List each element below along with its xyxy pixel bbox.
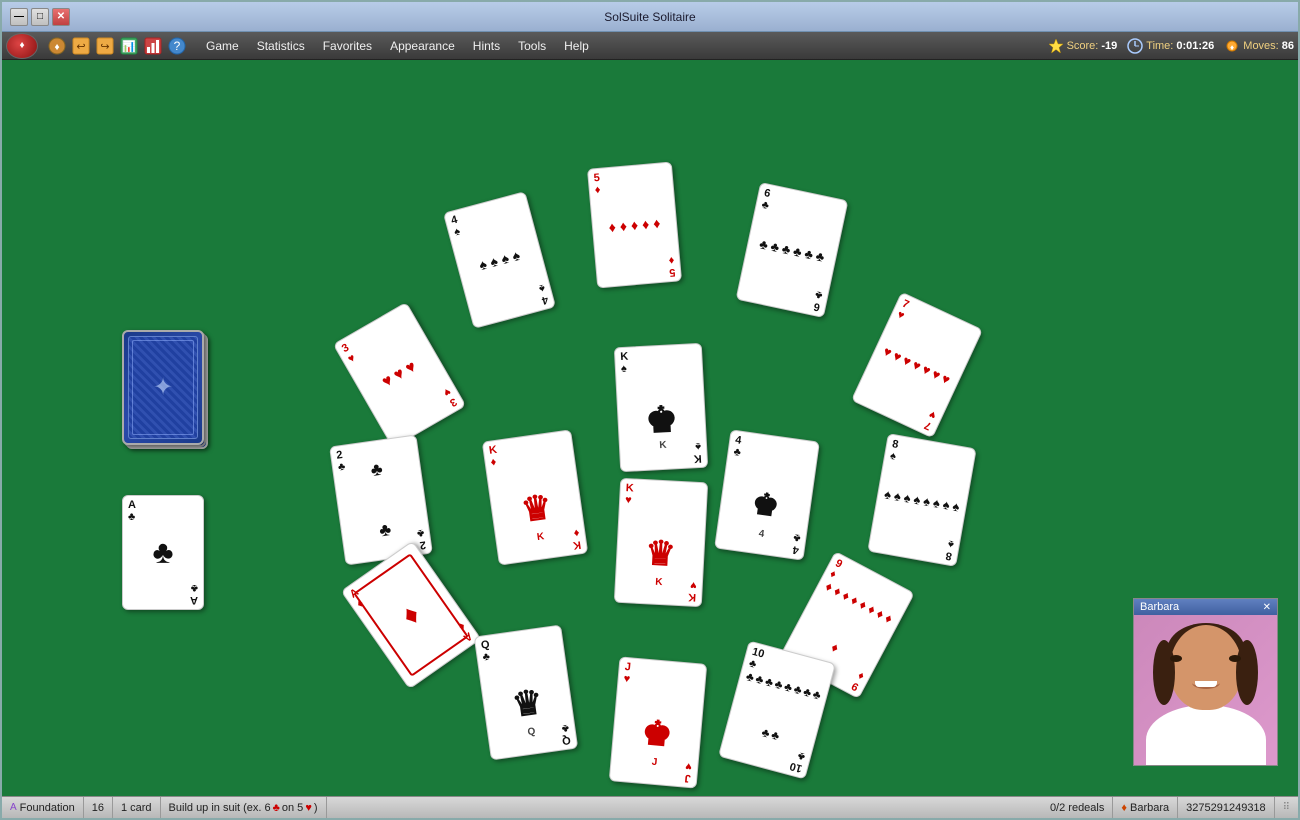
player-icon: ♦ [1121, 802, 1127, 814]
menu-game[interactable]: Game [198, 36, 247, 56]
ace-clubs-card[interactable]: A♣ A♣ ♣ [122, 495, 204, 610]
suit-dot-2: ♥ [305, 802, 312, 814]
card-king-diamonds[interactable]: K♦ K♦ ♛ K [482, 429, 589, 565]
score-icon [1048, 38, 1064, 54]
menu-appearance[interactable]: Appearance [382, 36, 463, 56]
card-6-clubs[interactable]: 6♣ 6♣ ♣♣♣ ♣♣♣ [736, 182, 849, 318]
status-foundation: A Foundation [2, 797, 84, 818]
card-jack-hearts[interactable]: J♥ J♥ ♚ J [609, 656, 708, 788]
close-button[interactable]: ✕ [52, 8, 70, 26]
card-10-clubs[interactable]: 10♣ 10♣ ♣♣ ♣♣ ♣♣ ♣♣ ♣♣ [718, 640, 836, 779]
svg-text:↪: ↪ [100, 41, 109, 53]
maximize-button[interactable]: □ [31, 8, 49, 26]
status-build-rule: Build up in suit (ex. 6 ♣ on 5 ♥ ) [161, 797, 327, 818]
card-2-clubs[interactable]: 2♣ 2♣ ♣ ♣ [329, 434, 433, 565]
menu-statistics[interactable]: Statistics [249, 36, 313, 56]
menu-favorites[interactable]: Favorites [315, 36, 380, 56]
toolbar: ♦ ♦ ↩ ↪ 📊 ? Game Statist [2, 32, 1298, 60]
status-grip: ⠿ [1275, 797, 1298, 818]
moves-display: ♦ Moves: 86 [1224, 38, 1294, 54]
card-queen-clubs[interactable]: Q♣ Q♣ ♛ Q [474, 624, 579, 760]
svg-text:♦: ♦ [54, 42, 59, 53]
card-4-spades[interactable]: 4♠ 4♠ ♠ ♠ ♠ ♠ [443, 191, 556, 329]
card-5-diamonds[interactable]: 5♦ 5♦ ♦ ♦ ♦ ♦ ♦ [587, 162, 682, 289]
svg-text:♦: ♦ [1230, 43, 1234, 52]
status-redeals: 0/2 redeals [1042, 797, 1113, 818]
status-bar: A Foundation 16 1 card Build up in suit … [2, 796, 1298, 818]
svg-text:?: ? [174, 39, 181, 53]
menu-bar: Game Statistics Favorites Appearance Hin… [198, 36, 597, 56]
time-icon [1127, 38, 1143, 54]
card-king-hearts[interactable]: K♥ K♥ ♛ K [614, 478, 708, 607]
player-name: Barbara [1140, 601, 1179, 613]
stats-icon[interactable]: 📊 [118, 35, 140, 57]
card-king-spades[interactable]: K♠ K♠ ♚ K [614, 343, 708, 472]
window-title: SolSuite Solitaire [70, 10, 1230, 24]
moves-icon: ♦ [1224, 38, 1240, 54]
bar-chart-icon[interactable] [142, 35, 164, 57]
minimize-button[interactable]: — [10, 8, 28, 26]
menu-tools[interactable]: Tools [510, 36, 554, 56]
redo-icon[interactable]: ↪ [94, 35, 116, 57]
app-logo: ♦ [6, 33, 38, 59]
player-panel-title: Barbara ✕ [1134, 599, 1277, 615]
status-game-id: 3275291249318 [1178, 797, 1275, 818]
svg-text:↩: ↩ [76, 41, 85, 53]
new-game-icon[interactable]: ♦ [46, 35, 68, 57]
title-bar: — □ ✕ SolSuite Solitaire [2, 2, 1298, 32]
card-8-spades[interactable]: 8♠ 8♠ ♠♠ ♠♠ ♠♠ ♠♠ [867, 433, 976, 567]
player-panel: Barbara ✕ [1133, 598, 1278, 766]
card-7-hearts[interactable]: 7♥ 7♥ ♥♥ ♥♥ ♥♥ ♥ [851, 292, 983, 439]
score-label: Score: [1067, 40, 1099, 52]
menu-hints[interactable]: Hints [465, 36, 508, 56]
moves-label: Moves: [1243, 40, 1278, 52]
card-4-clubs-face[interactable]: 4♣ 4♣ ♚ 4 [714, 429, 820, 560]
main-window: — □ ✕ SolSuite Solitaire ♦ ♦ ↩ ↪ 📊 [0, 0, 1300, 820]
help-icon[interactable]: ? [166, 35, 188, 57]
time-display: Time: 0:01:26 [1127, 38, 1214, 54]
card-3-hearts[interactable]: 3♥ 3♥ ♥ ♥ ♥ [333, 302, 467, 448]
back-icon[interactable]: ↩ [70, 35, 92, 57]
score-display: Score: -19 [1048, 38, 1118, 54]
status-player: ♦ Barbara [1113, 797, 1178, 818]
player-avatar [1134, 615, 1277, 765]
svg-text:📊: 📊 [122, 40, 136, 53]
time-value: 0:01:26 [1176, 40, 1214, 52]
menu-help[interactable]: Help [556, 36, 597, 56]
status-one-card: 1 card [113, 797, 161, 818]
status-count: 16 [84, 797, 113, 818]
score-value: -19 [1101, 40, 1117, 52]
game-area[interactable]: ✦ A♣ A♣ ♣ 5♦ 5♦ ♦ ♦ ♦ ♦ ♦ [2, 60, 1298, 796]
suit-dot-1: ♣ [273, 802, 280, 814]
time-label: Time: [1146, 40, 1173, 52]
moves-value: 86 [1282, 40, 1294, 52]
player-panel-close-button[interactable]: ✕ [1263, 602, 1271, 613]
